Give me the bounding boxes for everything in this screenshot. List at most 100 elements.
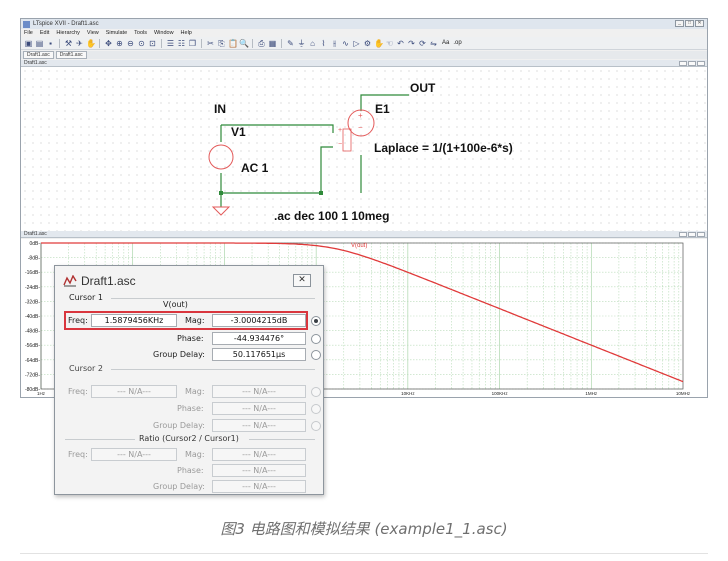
- zoom-out-icon[interactable]: ⊖: [126, 39, 135, 48]
- rotate-icon[interactable]: ⟳: [418, 39, 427, 48]
- move-icon[interactable]: ✋: [374, 39, 384, 48]
- group-divider: [65, 439, 135, 440]
- pane-close-button[interactable]: [697, 232, 705, 237]
- cursor1-group-delay-radio[interactable]: [311, 350, 321, 360]
- document-tabs: Draft1.asc Draft1.asc: [21, 51, 707, 59]
- menu-hierarchy[interactable]: Hierarchy: [56, 29, 80, 37]
- autorange-icon[interactable]: ⊡: [148, 39, 157, 48]
- print-setup-icon[interactable]: ▦: [268, 39, 277, 48]
- cursor2-group-delay-radio[interactable]: [311, 421, 321, 431]
- new-schematic-icon[interactable]: ▣: [24, 39, 33, 48]
- cut-icon[interactable]: ✂: [206, 39, 215, 48]
- save-icon[interactable]: ▪: [46, 39, 55, 48]
- net-label-in[interactable]: IN: [214, 102, 226, 116]
- pane-minimize-button[interactable]: [679, 61, 687, 66]
- schematic-canvas[interactable]: OUT IN E1 V1 Laplace = 1/(1+100e-6*s) AC…: [21, 67, 707, 231]
- cursor1-phase-radio[interactable]: [311, 334, 321, 344]
- menu-edit[interactable]: Edit: [40, 29, 49, 37]
- paste-icon[interactable]: 📋: [228, 39, 238, 48]
- pane-minimize-button[interactable]: [679, 232, 687, 237]
- wire-gnd: [220, 146, 333, 194]
- ratio-group-label: Ratio (Cursor2 / Cursor1): [139, 434, 239, 443]
- redo-icon[interactable]: ↷: [407, 39, 416, 48]
- ground-icon[interactable]: ⏚: [297, 39, 306, 48]
- find-icon[interactable]: 🔍: [239, 39, 249, 48]
- tile-horizontal-icon[interactable]: ☰: [166, 39, 175, 48]
- cursor2-phase-label: Phase:: [177, 404, 204, 413]
- menu-file[interactable]: File: [24, 29, 33, 37]
- minimize-button[interactable]: _: [675, 20, 684, 27]
- cursor1-freq-field[interactable]: 1.5879456KHz: [91, 314, 177, 327]
- print-icon[interactable]: ⎙: [257, 39, 266, 48]
- cursor2-mag-field[interactable]: --- N/A---: [212, 385, 306, 398]
- undo-icon[interactable]: ↶: [396, 39, 405, 48]
- cascade-icon[interactable]: ❐: [188, 39, 197, 48]
- menu-tools[interactable]: Tools: [134, 29, 147, 37]
- spice-directive-button[interactable]: .op: [453, 40, 461, 46]
- cursor2-freq-field[interactable]: --- N/A---: [91, 385, 177, 398]
- dialog-title-bar: Draft1.asc: [63, 274, 136, 288]
- cursor1-mag-radio[interactable]: [311, 316, 321, 326]
- cursor2-group-delay-field[interactable]: --- N/A---: [212, 419, 306, 432]
- run-icon[interactable]: ✈: [75, 39, 84, 48]
- v1-source-symbol[interactable]: [208, 144, 234, 170]
- pane-maximize-button[interactable]: [688, 232, 696, 237]
- tab-draft1-schematic[interactable]: Draft1.asc: [55, 51, 87, 59]
- spice-directive[interactable]: .ac dec 100 1 10meg: [274, 209, 389, 223]
- mirror-icon[interactable]: ⇋: [429, 39, 438, 48]
- net-label-out[interactable]: OUT: [410, 81, 435, 95]
- maximize-button[interactable]: □: [685, 20, 694, 27]
- dialog-title: Draft1.asc: [81, 274, 136, 288]
- inductor-icon[interactable]: ∿: [341, 39, 350, 48]
- tab-draft1-plot[interactable]: Draft1.asc: [23, 51, 54, 59]
- diode-icon[interactable]: ▷: [352, 39, 361, 48]
- ratio-phase-field[interactable]: --- N/A---: [212, 464, 306, 477]
- toolbar: ▣ ▤ ▪ ⚒ ✈ ✋ ✥ ⊕ ⊖ ⊙ ⊡ ☰ ☷ ❐ ✂ ⎘ 📋 🔍 ⎙ ▦ …: [21, 37, 707, 50]
- halt-icon[interactable]: ✋: [86, 39, 96, 48]
- pane-maximize-button[interactable]: [688, 61, 696, 66]
- ratio-mag-field[interactable]: --- N/A---: [212, 448, 306, 461]
- ratio-freq-field[interactable]: --- N/A---: [91, 448, 177, 461]
- ground-symbol[interactable]: [211, 206, 231, 216]
- e1-label[interactable]: E1: [375, 102, 390, 116]
- pan-icon[interactable]: ✥: [104, 39, 113, 48]
- cursor1-mag-field[interactable]: -3.0004215dB: [212, 314, 306, 327]
- resistor-icon[interactable]: ⌇: [319, 39, 328, 48]
- drag-icon[interactable]: ☜: [385, 39, 394, 48]
- trace-label-vout[interactable]: V(out): [351, 243, 367, 249]
- bottom-divider: [20, 553, 708, 554]
- cursor1-phase-field[interactable]: -44.934476°: [212, 332, 306, 345]
- text-tool-button[interactable]: Aa: [442, 40, 449, 46]
- menu-view[interactable]: View: [87, 29, 99, 37]
- copy-icon[interactable]: ⎘: [217, 39, 226, 48]
- cursor2-phase-radio[interactable]: [311, 404, 321, 414]
- menu-simulate[interactable]: Simulate: [106, 29, 127, 37]
- laplace-expression[interactable]: Laplace = 1/(1+100e-6*s): [374, 141, 513, 155]
- label-net-icon[interactable]: ⌂: [308, 39, 317, 48]
- menu-help[interactable]: Help: [181, 29, 192, 37]
- cursor1-group-delay-field[interactable]: 50.117651µs: [212, 348, 306, 361]
- zoom-fit-icon[interactable]: ⊙: [137, 39, 146, 48]
- y-tick-label: 0dB-: [29, 241, 40, 247]
- waveform-pane-header: Draft1.asc: [21, 231, 707, 238]
- control-panel-icon[interactable]: ⚒: [64, 39, 73, 48]
- component-icon[interactable]: ⚙: [363, 39, 372, 48]
- cursor2-group-label: Cursor 2: [69, 364, 103, 373]
- menu-window[interactable]: Window: [154, 29, 174, 37]
- zoom-in-icon[interactable]: ⊕: [115, 39, 124, 48]
- close-button[interactable]: ✕: [695, 20, 704, 27]
- cursor2-phase-field[interactable]: --- N/A---: [212, 402, 306, 415]
- toolbar-separator: [281, 38, 282, 48]
- open-folder-icon[interactable]: ▤: [35, 39, 44, 48]
- y-tick-label: -64dB-: [25, 358, 40, 364]
- ratio-group-delay-field[interactable]: --- N/A---: [212, 480, 306, 493]
- ac-value-label[interactable]: AC 1: [241, 161, 268, 175]
- capacitor-icon[interactable]: ⫲: [330, 39, 339, 48]
- wire-icon[interactable]: ✎: [286, 39, 295, 48]
- dialog-close-button[interactable]: ✕: [293, 274, 311, 287]
- pane-close-button[interactable]: [697, 61, 705, 66]
- cursor2-mag-radio[interactable]: [311, 387, 321, 397]
- window-controls: _ □ ✕: [675, 20, 704, 27]
- tile-vertical-icon[interactable]: ☷: [177, 39, 186, 48]
- v1-label[interactable]: V1: [231, 125, 246, 139]
